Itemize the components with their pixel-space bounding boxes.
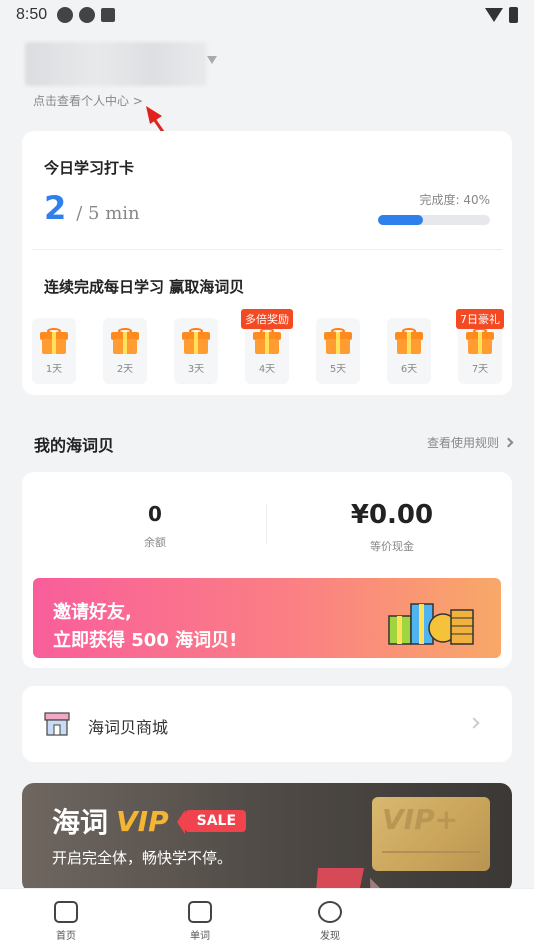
vip-card-text: VIP+ [382, 803, 459, 836]
gift-coins-icon [388, 603, 474, 645]
streak-day-label: 3天 [187, 364, 205, 375]
streak-day: 2天 [103, 318, 147, 384]
streak-day: 7天 7日豪礼 [456, 309, 504, 384]
vip-banner[interactable]: 海词 VIP SALE 开启完全体，畅快学不停。 VIP+ [22, 783, 512, 893]
tab-discover[interactable]: 发现 [300, 901, 360, 942]
streak-day-label: 6天 [400, 364, 418, 375]
blurred-username [25, 42, 207, 86]
tab-discover-label: 发现 [320, 931, 340, 942]
vip-card-line [382, 851, 480, 853]
streak-days: 1天 2天 3天 4天 多倍奖励 5天 6天 7天 7日豪礼 [32, 309, 504, 385]
streak-day: 5天 [316, 318, 360, 384]
discover-planet-icon [318, 901, 342, 923]
bottom-tab-bar: 首页 单词 发现 [0, 888, 534, 950]
wallet-card: 0 余额 ¥0.00 等价现金 邀请好友, 立即获得 500 海词贝! [22, 472, 512, 668]
divider [266, 504, 267, 544]
tab-words-label: 单词 [190, 931, 210, 942]
cash-value: ¥0.00 [350, 500, 434, 530]
home-icon [54, 901, 78, 923]
rules-link-label: 查看使用规则 [426, 436, 499, 450]
gift-icon [111, 328, 139, 354]
completion-progress-bar [378, 215, 490, 225]
vip-title-cn: 海词 [52, 806, 109, 839]
streak-day-label: 7天 [471, 364, 489, 375]
cash-label: 等价现金 [370, 540, 414, 553]
daily-study-card: 今日学习打卡 2 / 5 min 完成度: 40% 连续完成每日学习 赢取海词贝… [22, 131, 512, 395]
balance-label: 余额 [144, 536, 166, 549]
tab-words[interactable]: 单词 [170, 901, 230, 942]
vip-subtitle: 开启完全体，畅快学不停。 [52, 849, 233, 867]
reward-badge: 7日豪礼 [456, 309, 504, 329]
streak-title: 连续完成每日学习 赢取海词贝 [44, 278, 245, 296]
streak-day-label: 4天 [258, 364, 276, 375]
balance-column: 0 余额 [100, 502, 210, 550]
gift-icon [253, 328, 281, 354]
gift-icon [182, 328, 210, 354]
invite-line-2: 立即获得 500 海词贝! [53, 630, 238, 651]
gift-icon [40, 328, 68, 354]
shop-row[interactable]: 海词贝商城 [22, 686, 512, 762]
a-notification-icon [101, 8, 116, 22]
streak-day-label: 2天 [116, 364, 134, 375]
tab-home[interactable]: 首页 [36, 901, 96, 942]
gift-icon [466, 328, 494, 354]
reward-badge: 多倍奖励 [241, 309, 293, 329]
vip-title: 海词 VIP SALE [52, 801, 247, 841]
completion-label: 完成度: 40% [419, 193, 490, 207]
shop-icon [44, 712, 70, 736]
streak-day: 6天 [387, 318, 431, 384]
app-notification-icon [79, 7, 96, 23]
balance-value: 0 [148, 502, 162, 526]
wifi-icon [485, 8, 503, 22]
daily-minutes: 2 / 5 min [44, 189, 140, 227]
streak-day: 4天 多倍奖励 [241, 309, 293, 384]
streak-day: 3天 [174, 318, 218, 384]
status-time: 8:50 [16, 6, 48, 23]
streak-day: 1天 [32, 318, 76, 384]
minutes-goal: / 5 min [76, 203, 140, 224]
chevron-right-icon [503, 437, 514, 448]
status-bar: 8:50 [0, 0, 534, 30]
streak-day-label: 1天 [45, 364, 63, 375]
status-notification-icons [57, 7, 116, 23]
tab-home-label: 首页 [56, 931, 76, 942]
daily-study-title: 今日学习打卡 [44, 159, 135, 177]
chevron-right-icon [468, 717, 480, 729]
vip-title-vip: VIP [116, 804, 169, 838]
completion-progress-fill [378, 215, 423, 225]
cash-column: ¥0.00 等价现金 [292, 500, 492, 554]
divider [32, 249, 502, 250]
streak-day-label: 5天 [329, 364, 347, 375]
invite-line-1: 邀请好友, [53, 602, 132, 623]
caret-down-icon [207, 56, 217, 64]
sale-badge: SALE [176, 810, 247, 834]
gift-icon [324, 328, 352, 354]
shop-label: 海词贝商城 [88, 718, 169, 737]
invite-banner[interactable]: 邀请好友, 立即获得 500 海词贝! [33, 578, 501, 658]
rules-link[interactable]: 查看使用规则 [426, 434, 514, 451]
gift-icon [395, 328, 423, 354]
app-notification-icon [57, 7, 74, 23]
word-card-icon [188, 901, 212, 923]
battery-icon [509, 7, 518, 23]
minutes-done: 2 [44, 189, 67, 227]
wallet-section-title: 我的海词贝 [34, 436, 115, 455]
profile-header[interactable]: 点击查看个人中心 > [25, 42, 217, 109]
